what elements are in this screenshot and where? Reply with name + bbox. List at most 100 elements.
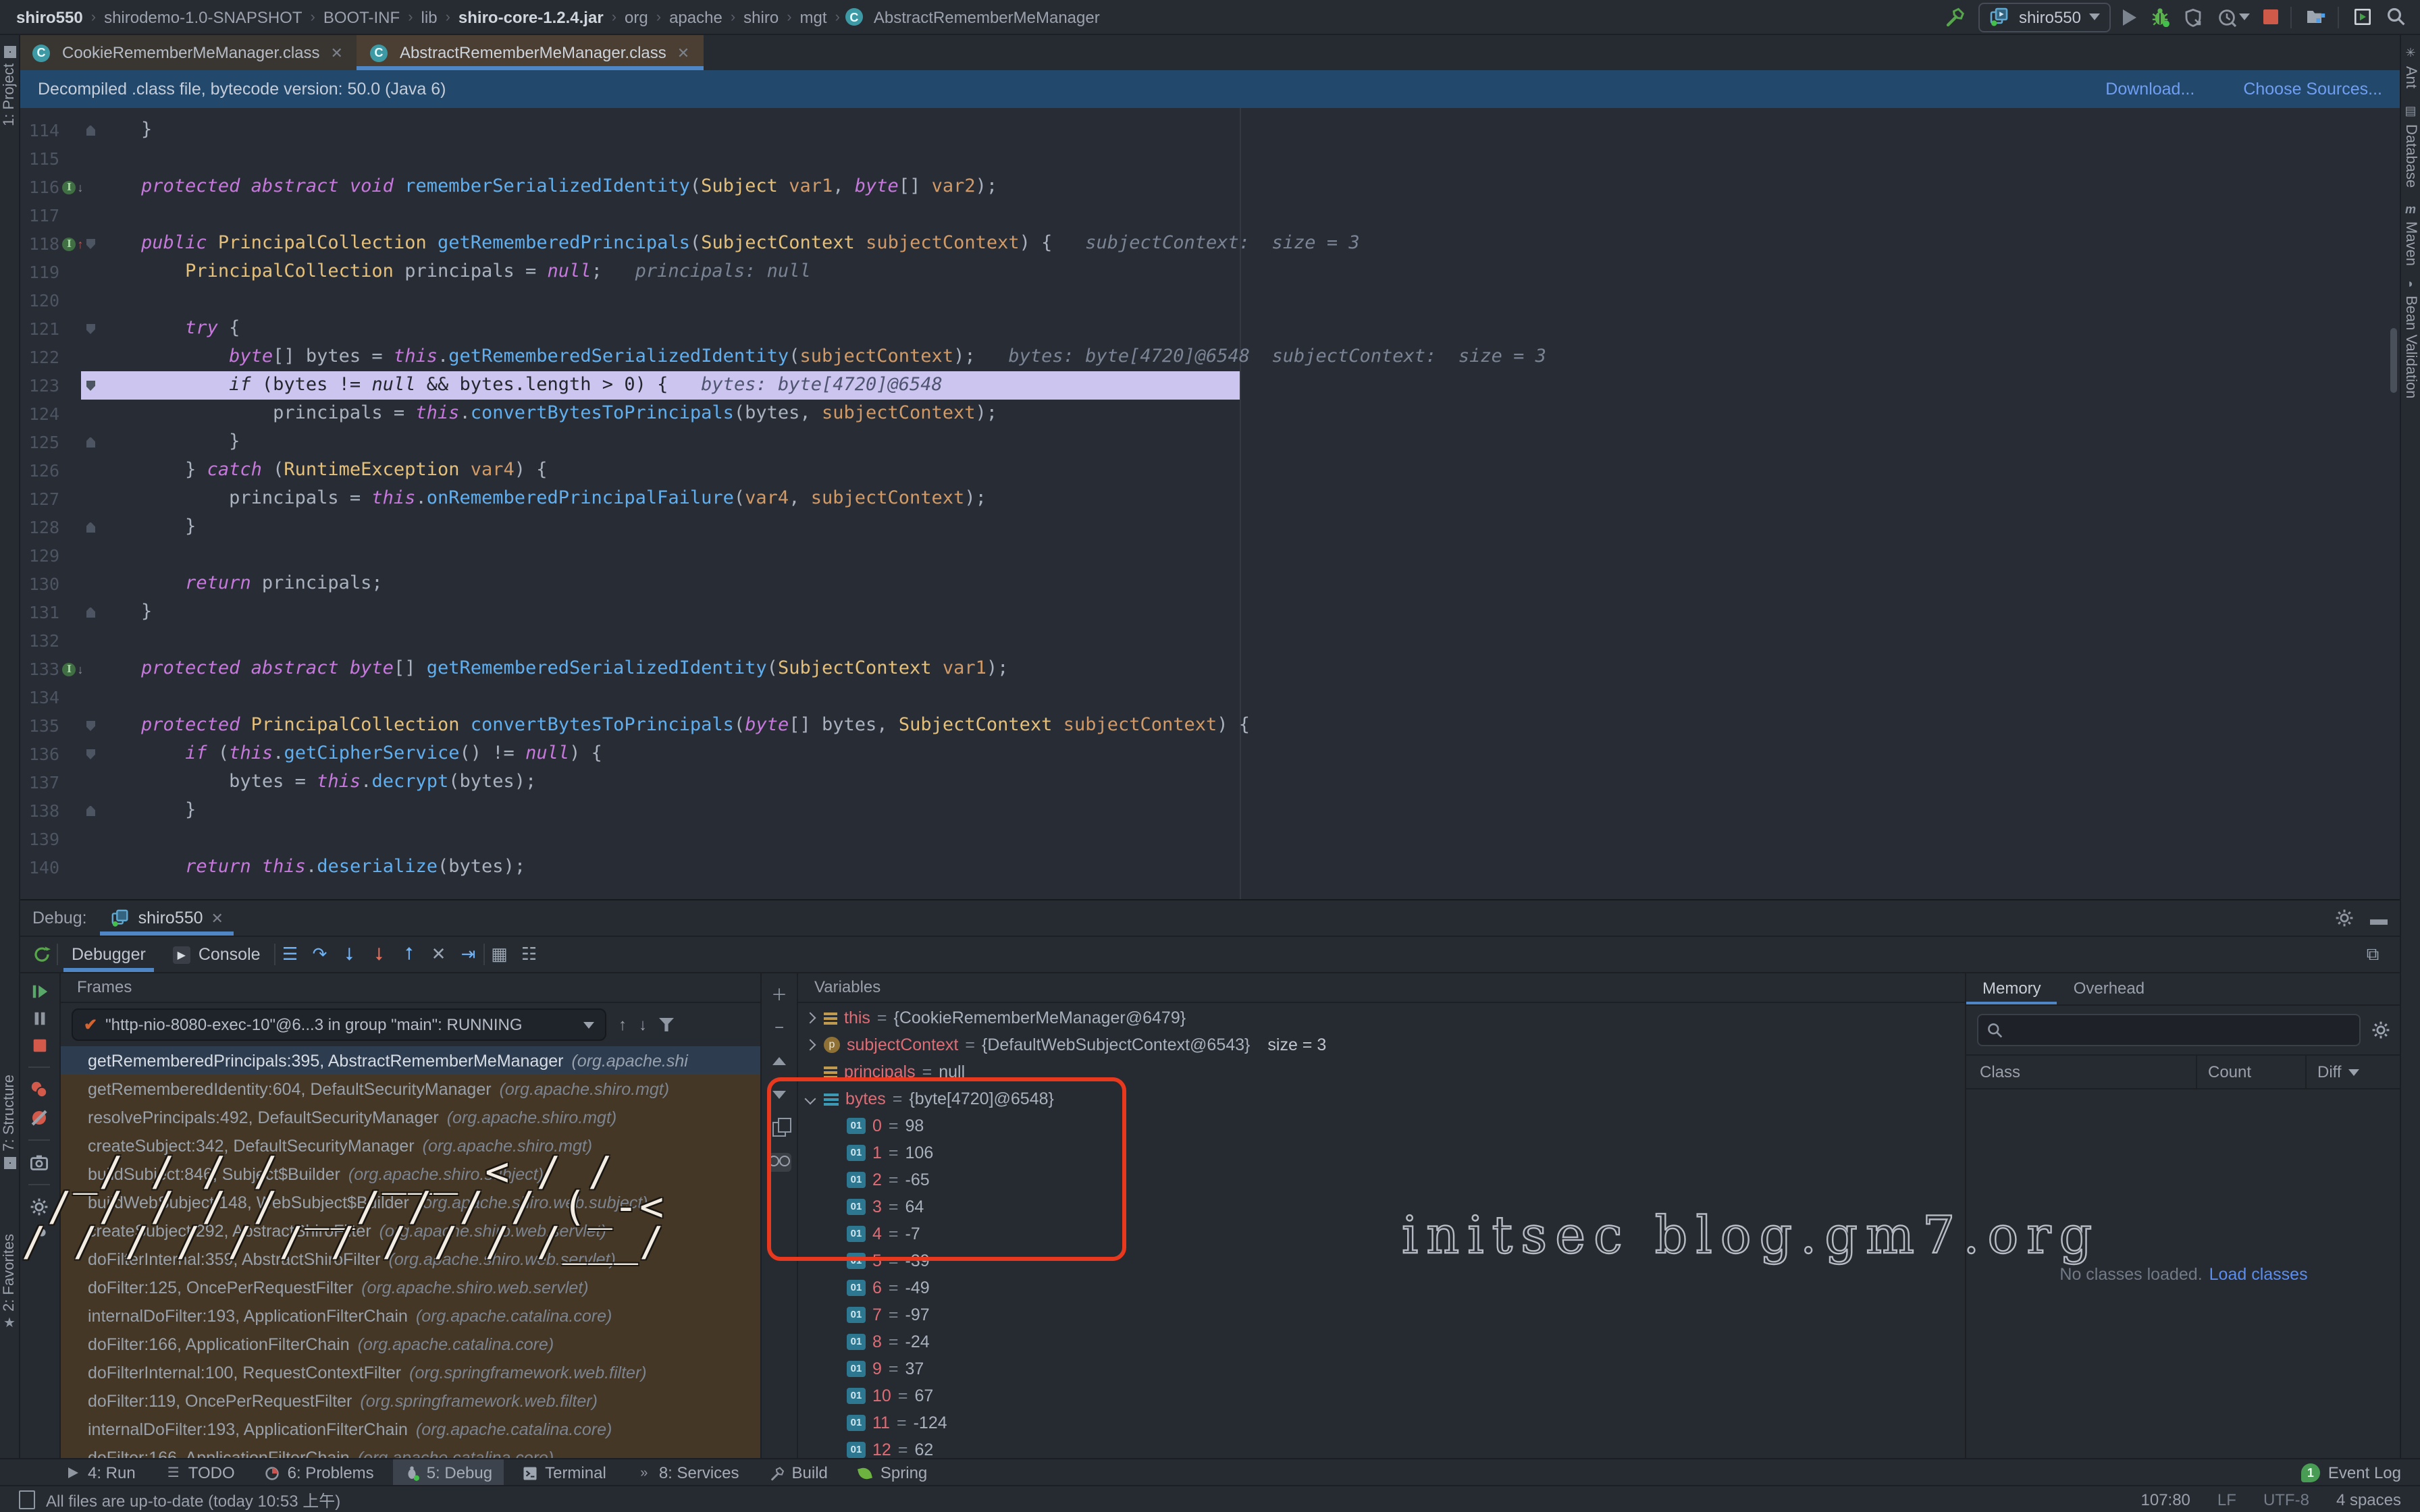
column-diff[interactable]: Diff: [2307, 1062, 2401, 1081]
column-count[interactable]: Count: [2197, 1062, 2305, 1081]
tool-window-button-todo[interactable]: ☰TODO: [155, 1459, 246, 1486]
fold-marker[interactable]: [86, 323, 95, 334]
fold-marker[interactable]: [86, 607, 95, 618]
code-line[interactable]: 137 bytes = this.decrypt(bytes);: [19, 768, 2401, 796]
sidebar-item-project[interactable]: 1: Project: [0, 46, 19, 126]
stack-frame-row[interactable]: doFilter:125, OncePerRequestFilter(org.a…: [61, 1273, 760, 1301]
breadcrumb-item[interactable]: mgt: [797, 7, 830, 26]
previous-frame-icon[interactable]: ↑: [619, 1015, 627, 1034]
show-watches-icon[interactable]: [767, 1152, 791, 1173]
stack-frame-row[interactable]: createSubject:342, DefaultSecurityManage…: [61, 1131, 760, 1160]
memory-settings-gear-icon[interactable]: [2371, 1021, 2390, 1040]
code-line[interactable]: 124 principals = this.convertBytesToPrin…: [19, 400, 2401, 428]
array-element-row[interactable]: 014 = -7: [798, 1220, 1965, 1247]
drop-frame-icon[interactable]: ✕: [424, 941, 454, 968]
thread-dump-camera-icon[interactable]: [30, 1153, 49, 1172]
breadcrumb-item[interactable]: AbstractRememberMeManager: [871, 7, 1103, 26]
sidebar-item-bean-validation[interactable]: ◗Bean Validation: [2401, 277, 2420, 399]
close-icon[interactable]: ✕: [331, 44, 343, 61]
fold-marker[interactable]: [86, 380, 95, 391]
stack-frame-row[interactable]: getRememberedIdentity:604, DefaultSecuri…: [61, 1075, 760, 1103]
editor-scrollbar[interactable]: [2390, 328, 2397, 393]
indent-indicator[interactable]: 4 spaces: [2336, 1490, 2401, 1509]
code-line[interactable]: 115: [19, 144, 2401, 173]
code-line[interactable]: 140 return this.deserialize(bytes);: [19, 853, 2401, 882]
code-line[interactable]: 126 } catch (RuntimeException var4) {: [19, 456, 2401, 485]
step-over-icon[interactable]: ↷: [305, 941, 335, 968]
stack-frame-row[interactable]: buildSubject:846, Subject$Builder(org.ap…: [61, 1160, 760, 1188]
evaluate-expression-icon[interactable]: ▦: [485, 941, 515, 968]
line-separator-indicator[interactable]: LF: [2217, 1490, 2236, 1509]
debug-settings-gear-icon[interactable]: [2335, 909, 2354, 927]
tool-window-button-6-problems[interactable]: 6: Problems: [254, 1459, 385, 1486]
fold-marker[interactable]: [86, 238, 95, 249]
breadcrumb-item[interactable]: org: [622, 7, 651, 26]
fold-marker[interactable]: [86, 720, 95, 731]
sidebar-item-structure[interactable]: 7: Structure: [0, 1075, 19, 1169]
stack-frame-row[interactable]: doFilter:166, ApplicationFilterChain(org…: [61, 1443, 760, 1458]
force-step-into-icon[interactable]: ⭣: [365, 941, 394, 968]
mute-breakpoints-icon[interactable]: [30, 1108, 49, 1127]
stop-process-icon[interactable]: [30, 1037, 48, 1054]
profiler-button[interactable]: [2216, 6, 2251, 28]
code-line[interactable]: 119 PrincipalCollection principals = nul…: [19, 258, 2401, 286]
variable-row[interactable]: psubjectContext = {DefaultWebSubjectCont…: [798, 1031, 1965, 1058]
debugger-settings-gear-icon[interactable]: [30, 1197, 49, 1216]
layout-settings-icon[interactable]: ⧉: [2358, 941, 2401, 968]
pin-tab-icon[interactable]: [30, 1226, 49, 1245]
run-button[interactable]: [2123, 9, 2136, 25]
add-watch-icon[interactable]: ＋: [767, 983, 791, 1004]
fold-marker[interactable]: [86, 749, 95, 759]
chevron-collapsed-icon[interactable]: [804, 1038, 817, 1052]
next-frame-icon[interactable]: ↓: [639, 1015, 647, 1034]
code-line[interactable]: 120: [19, 286, 2401, 315]
debug-session-tab[interactable]: shiro550 ✕: [101, 900, 234, 936]
search-everywhere-icon[interactable]: [2385, 6, 2406, 28]
tab-memory[interactable]: Memory: [1966, 972, 2057, 1004]
stack-frame-row[interactable]: createSubject:292, AbstractShiroFilter(o…: [61, 1216, 760, 1245]
breadcrumb-item[interactable]: shiro550: [14, 7, 86, 26]
window-layout-icon[interactable]: [19, 1490, 35, 1509]
download-link[interactable]: Download...: [2105, 80, 2194, 99]
hide-library-frames-filter-icon[interactable]: [659, 1018, 674, 1031]
encoding-indicator[interactable]: UTF-8: [2263, 1490, 2309, 1509]
breadcrumb-item[interactable]: shirodemo-1.0-SNAPSHOT: [101, 7, 305, 26]
array-element-row[interactable]: 010 = 98: [798, 1112, 1965, 1139]
choose-sources-link[interactable]: Choose Sources...: [2243, 80, 2382, 99]
array-element-row[interactable]: 015 = -39: [798, 1247, 1965, 1274]
hide-tool-window-icon[interactable]: ▬: [2370, 908, 2388, 928]
build-hammer-icon[interactable]: [1945, 6, 1966, 28]
breadcrumb-item[interactable]: lib: [419, 7, 440, 26]
code-line[interactable]: 129: [19, 541, 2401, 570]
code-line[interactable]: 133I↓ protected abstract byte[] getRemem…: [19, 655, 2401, 683]
code-line[interactable]: 114 }: [19, 116, 2401, 144]
array-element-row[interactable]: 017 = -97: [798, 1301, 1965, 1328]
memory-search-input[interactable]: [1977, 1014, 2361, 1046]
load-classes-link[interactable]: Load classes: [2209, 1264, 2308, 1283]
array-element-row[interactable]: 0111 = -124: [798, 1409, 1965, 1436]
array-element-row[interactable]: 018 = -24: [798, 1328, 1965, 1355]
editor-tab[interactable]: CCookieRememberMeManager.class✕: [19, 35, 357, 70]
code-line[interactable]: 123 if (bytes != null && bytes.length > …: [19, 371, 2401, 400]
stack-frame-row[interactable]: resolvePrincipals:492, DefaultSecurityMa…: [61, 1103, 760, 1131]
breadcrumb-item[interactable]: shiro-core-1.2.4.jar: [456, 7, 606, 26]
run-anything-icon[interactable]: [2351, 6, 2373, 28]
stack-frame-row[interactable]: buildWebSubject:148, WebSubject$Builder(…: [61, 1188, 760, 1216]
view-breakpoints-icon[interactable]: [30, 1080, 49, 1099]
code-line[interactable]: 127 principals = this.onRememberedPrinci…: [19, 485, 2401, 513]
tool-window-button-5-debug[interactable]: 5: Debug: [393, 1459, 503, 1486]
sidebar-item-ant[interactable]: ✳Ant: [2401, 46, 2420, 88]
code-line[interactable]: 131 }: [19, 598, 2401, 626]
rerun-icon[interactable]: [27, 941, 57, 968]
tab-console[interactable]: ▶Console: [159, 937, 274, 972]
stack-frame-row[interactable]: getRememberedPrincipals:395, AbstractRem…: [61, 1046, 760, 1075]
step-out-icon[interactable]: ⭡: [394, 941, 424, 968]
stack-frame-row[interactable]: internalDoFilter:193, ApplicationFilterC…: [61, 1415, 760, 1443]
move-watch-down-icon[interactable]: [767, 1084, 791, 1106]
code-line[interactable]: 128 }: [19, 513, 2401, 541]
debug-button[interactable]: [2149, 6, 2170, 28]
code-line[interactable]: 116I↓ protected abstract void rememberSe…: [19, 173, 2401, 201]
variable-row[interactable]: bytes = {byte[4720]@6548}: [798, 1085, 1965, 1112]
run-configuration-select[interactable]: shiro550: [1978, 2, 2111, 32]
tool-window-button-terminal[interactable]: Terminal: [511, 1459, 617, 1486]
